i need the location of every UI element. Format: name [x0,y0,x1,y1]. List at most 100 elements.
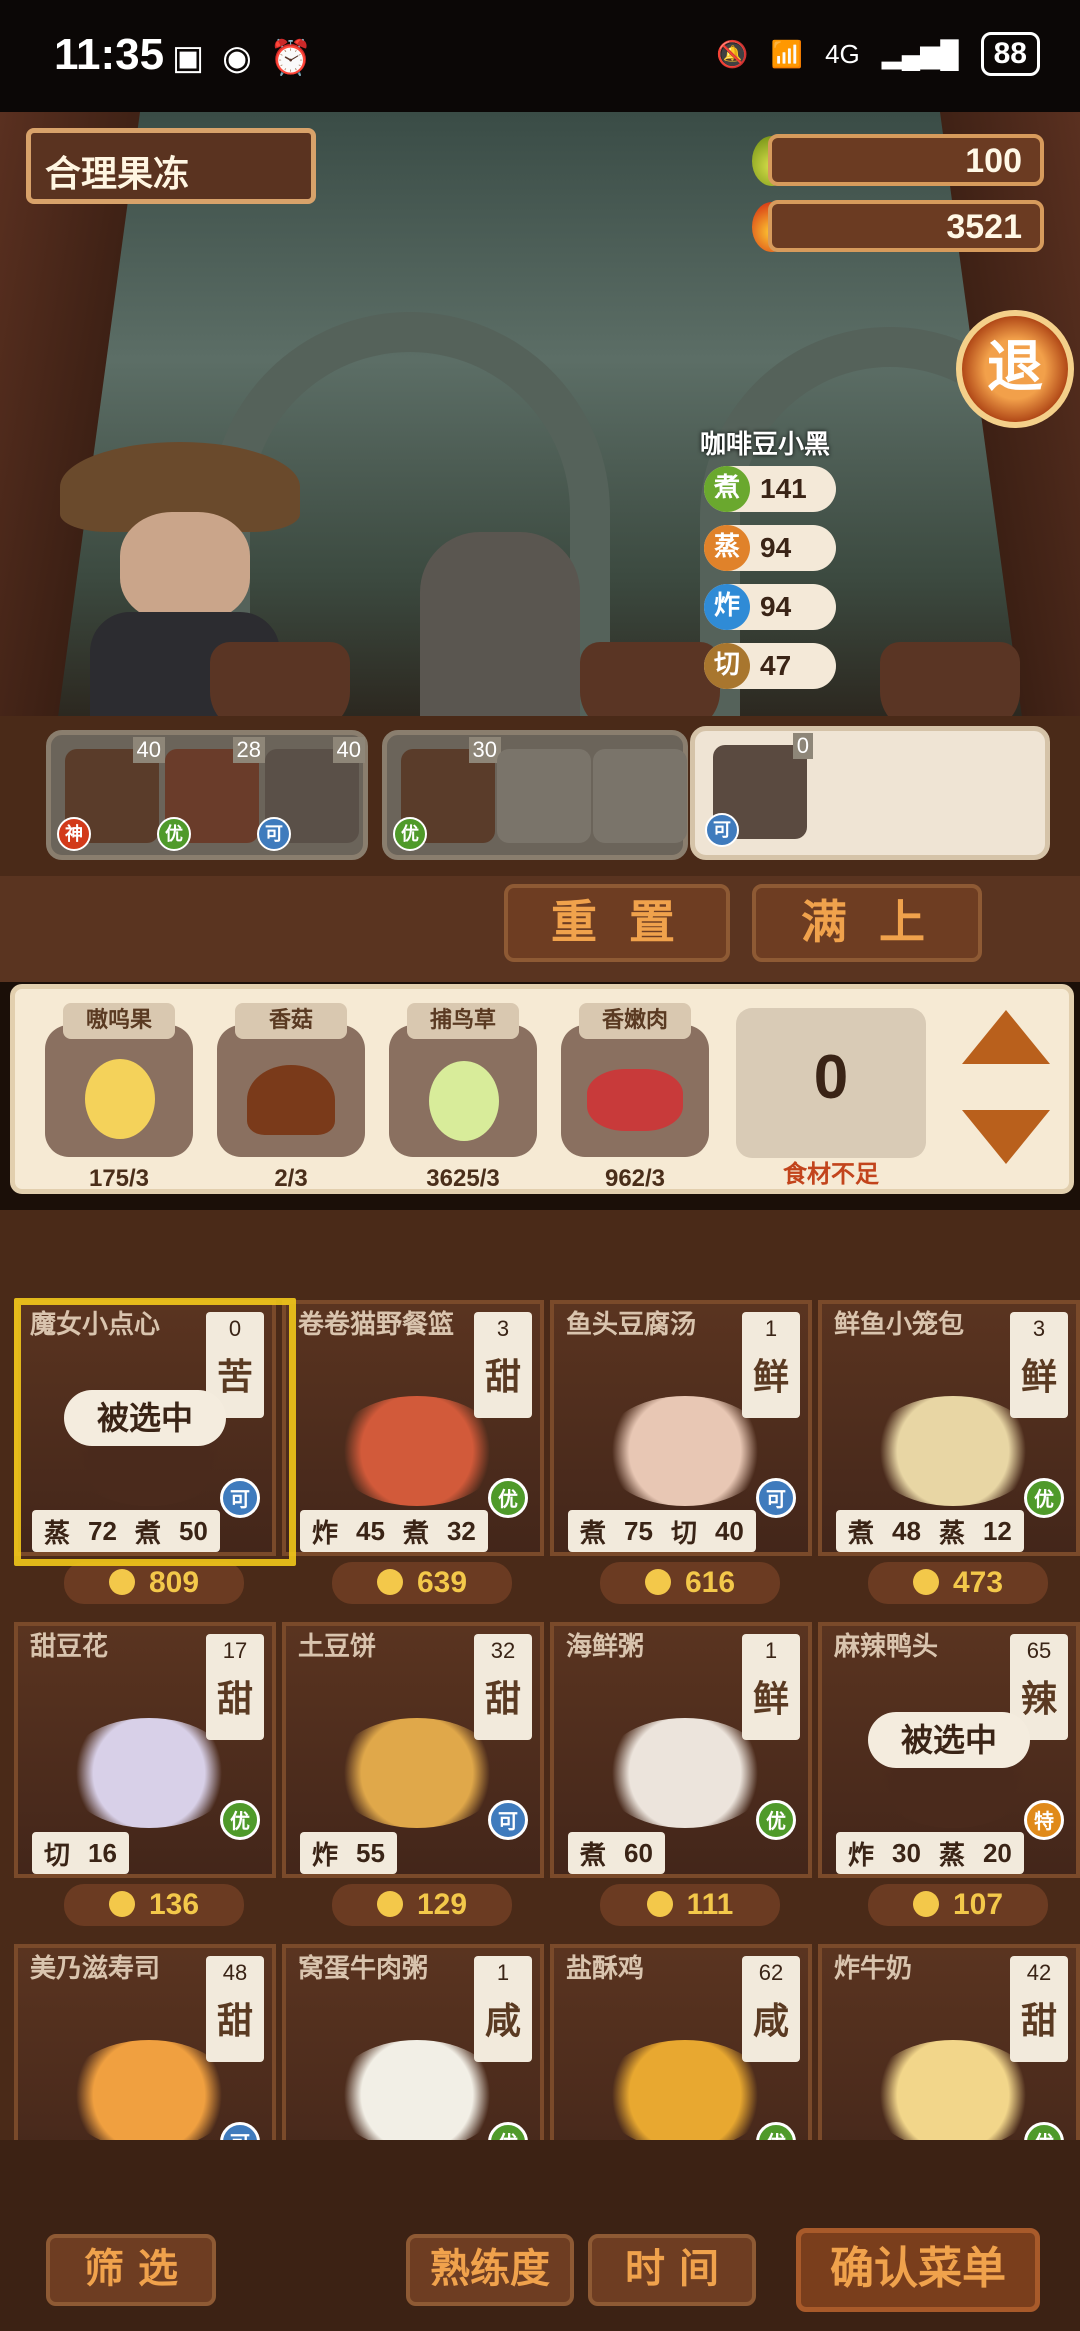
coin-icon [108,1891,135,1917]
status-time: 11:35 [54,30,165,79]
stat-value: 141 [760,473,807,504]
dish-grade-badge: 优 [756,1800,796,1840]
dish-price: 639 [332,1562,512,1604]
dish-requirements: 炸 45 煮 32 [300,1510,488,1552]
quantity-up-button[interactable] [962,1010,1050,1064]
empty-slot[interactable] [497,749,591,843]
selected-dish-panel: 0 可 [690,726,1050,860]
dish-requirements: 切 16 [32,1832,129,1874]
menu-slot[interactable]: 30 优 [393,737,501,851]
quantity-display: 0 [736,1008,926,1158]
price-value: 809 [148,1566,200,1599]
game-screen: 11:35 ▣ ◉ ⏰ 🔕 📶 4G ▂▄▆█ 88 合理果冻 100 3521… [0,0,1080,2331]
battery-indicator: 88 [980,32,1040,76]
menu-slot[interactable]: 40 可 [257,737,365,851]
mute-icon: 🔕 [716,38,749,69]
reset-button[interactable]: 重 置 [504,884,730,962]
filter-button[interactable]: 筛 选 [46,2234,216,2306]
ingredient-count: 2/3 [274,1165,308,1192]
requirement-value: 60 [624,1837,653,1868]
dish-flavor-tag: 1鲜 [742,1634,800,1740]
dish-card[interactable]: 土豆饼 32 甜可炸 55 129 [282,1622,544,1932]
ingredient-icon [217,1025,365,1157]
status-right: 🔕 📶 4G ▂▄▆█ 88 [716,32,1040,76]
dish-card[interactable]: 炸牛奶42甜优 [818,1944,1080,2164]
dish-flavor: 甜 [484,1679,521,1720]
dish-name: 甜豆花 [30,1632,109,1662]
fire-counter: 3521 [768,200,1044,252]
menu-slot-group-2: 30 优 [382,730,688,860]
dish-flavor-tag: 42 甜 [1010,1956,1068,2062]
exit-button[interactable]: 退 [956,310,1074,428]
dish-level: 1 [496,1960,510,1985]
menu-slot[interactable]: 28 优 [157,737,265,851]
coin-icon [646,1891,673,1917]
ingredient-count: 3625/3 [426,1165,500,1192]
time-sort-button[interactable]: 时 间 [588,2234,756,2306]
alarm-icon: ⏰ [269,38,313,78]
ingredient-icon [45,1025,193,1157]
dish-card[interactable]: 窝蛋牛肉粥1咸优 [282,1944,544,2164]
requirement-label: 切 [44,1840,71,1871]
requirement-label: 煮 [848,1518,875,1549]
ingredient-icon [389,1025,537,1157]
npc-stat-cut: 切 47 [704,643,836,689]
dish-name: 海鲜粥 [566,1632,645,1662]
dish-card[interactable]: 麻辣鸭头 65 辣特 被选中炸 30 蒸 20 107 [818,1622,1080,1932]
coin-icon [912,1569,939,1595]
dish-name: 麻辣鸭头 [834,1632,939,1662]
dish-name: 盐酥鸡 [566,1954,645,1984]
dish-grade-badge: 可 [756,1478,796,1518]
quantity-down-button[interactable] [962,1110,1050,1164]
fry-badge: 炸 [704,584,750,630]
recipe-title: 合理果冻 [26,128,316,204]
dish-flavor-tag: 32 甜 [474,1634,532,1740]
ingredient-name: 嗷呜果 [63,1003,175,1039]
dish-level: 62 [758,1960,784,1985]
requirement-value: 40 [714,1515,744,1546]
dish-flavor-tag: 1咸 [474,1956,532,2062]
grade-badge: 优 [157,817,191,851]
price-value: 129 [416,1888,468,1921]
dish-flavor: 咸 [484,2001,521,2042]
confirm-menu-button[interactable]: 确认菜单 [796,2228,1040,2312]
selected-dish-slot[interactable]: 0 可 [705,733,813,847]
dish-card[interactable]: 美乃滋寿司48甜可 [14,1944,276,2164]
dish-level: 3 [1032,1316,1046,1341]
dish-price: 616 [600,1562,780,1604]
dish-requirements: 煮 60 [568,1832,665,1874]
eye-icon: ◉ [222,38,252,78]
dish-card[interactable]: 鱼头豆腐汤 1 鲜可煮 75 切 40 616 [550,1300,812,1610]
dish-card[interactable]: 卷卷猫野餐篮 3 甜优炸 45 煮 32 639 [282,1300,544,1610]
slot-count: 28 [232,737,265,763]
dish-card[interactable]: 甜豆花 17 甜优切 16 136 [14,1622,276,1932]
menu-slot[interactable]: 40 神 [57,737,165,851]
requirement-label: 炸 [848,1840,875,1871]
dish-grade-badge: 特 [1024,1800,1064,1840]
requirement-label: 煮 [402,1518,429,1549]
requirement-label: 煮 [580,1840,607,1871]
dish-name: 炸牛奶 [834,1954,913,1984]
proficiency-button[interactable]: 熟练度 [406,2234,574,2306]
dish-grade-badge: 优 [1024,1478,1064,1518]
grade-badge: 可 [257,817,291,851]
dish-level: 1 [764,1316,778,1341]
requirement-label: 煮 [580,1518,607,1549]
dish-card[interactable]: 盐酥鸡62咸优 [550,1944,812,2164]
dish-name: 鱼头豆腐汤 [566,1310,697,1340]
dish-card[interactable]: 鲜鱼小笼包 3 鲜优煮 48 蒸 12 473 [818,1300,1080,1610]
dish-card[interactable]: 海鲜粥 1 鲜优煮 60 111 [550,1622,812,1932]
dish-flavor-tag: 48 甜 [206,1956,264,2062]
dish-flavor-tag: 1鲜 [742,1312,800,1418]
steam-badge: 蒸 [704,525,750,571]
requirement-value: 75 [624,1515,653,1546]
empty-slot[interactable] [593,749,687,843]
price-value: 111 [686,1888,734,1921]
dish-name: 鲜鱼小笼包 [834,1310,965,1340]
requirement-value: 16 [88,1837,117,1868]
fill-button[interactable]: 满 上 [752,884,982,962]
dish-requirements: 煮 75 切 40 [568,1510,756,1552]
app-notification-icon: ▣ [172,38,205,78]
dish-requirements: 炸 55 [300,1832,397,1874]
grade-badge: 可 [705,813,739,847]
